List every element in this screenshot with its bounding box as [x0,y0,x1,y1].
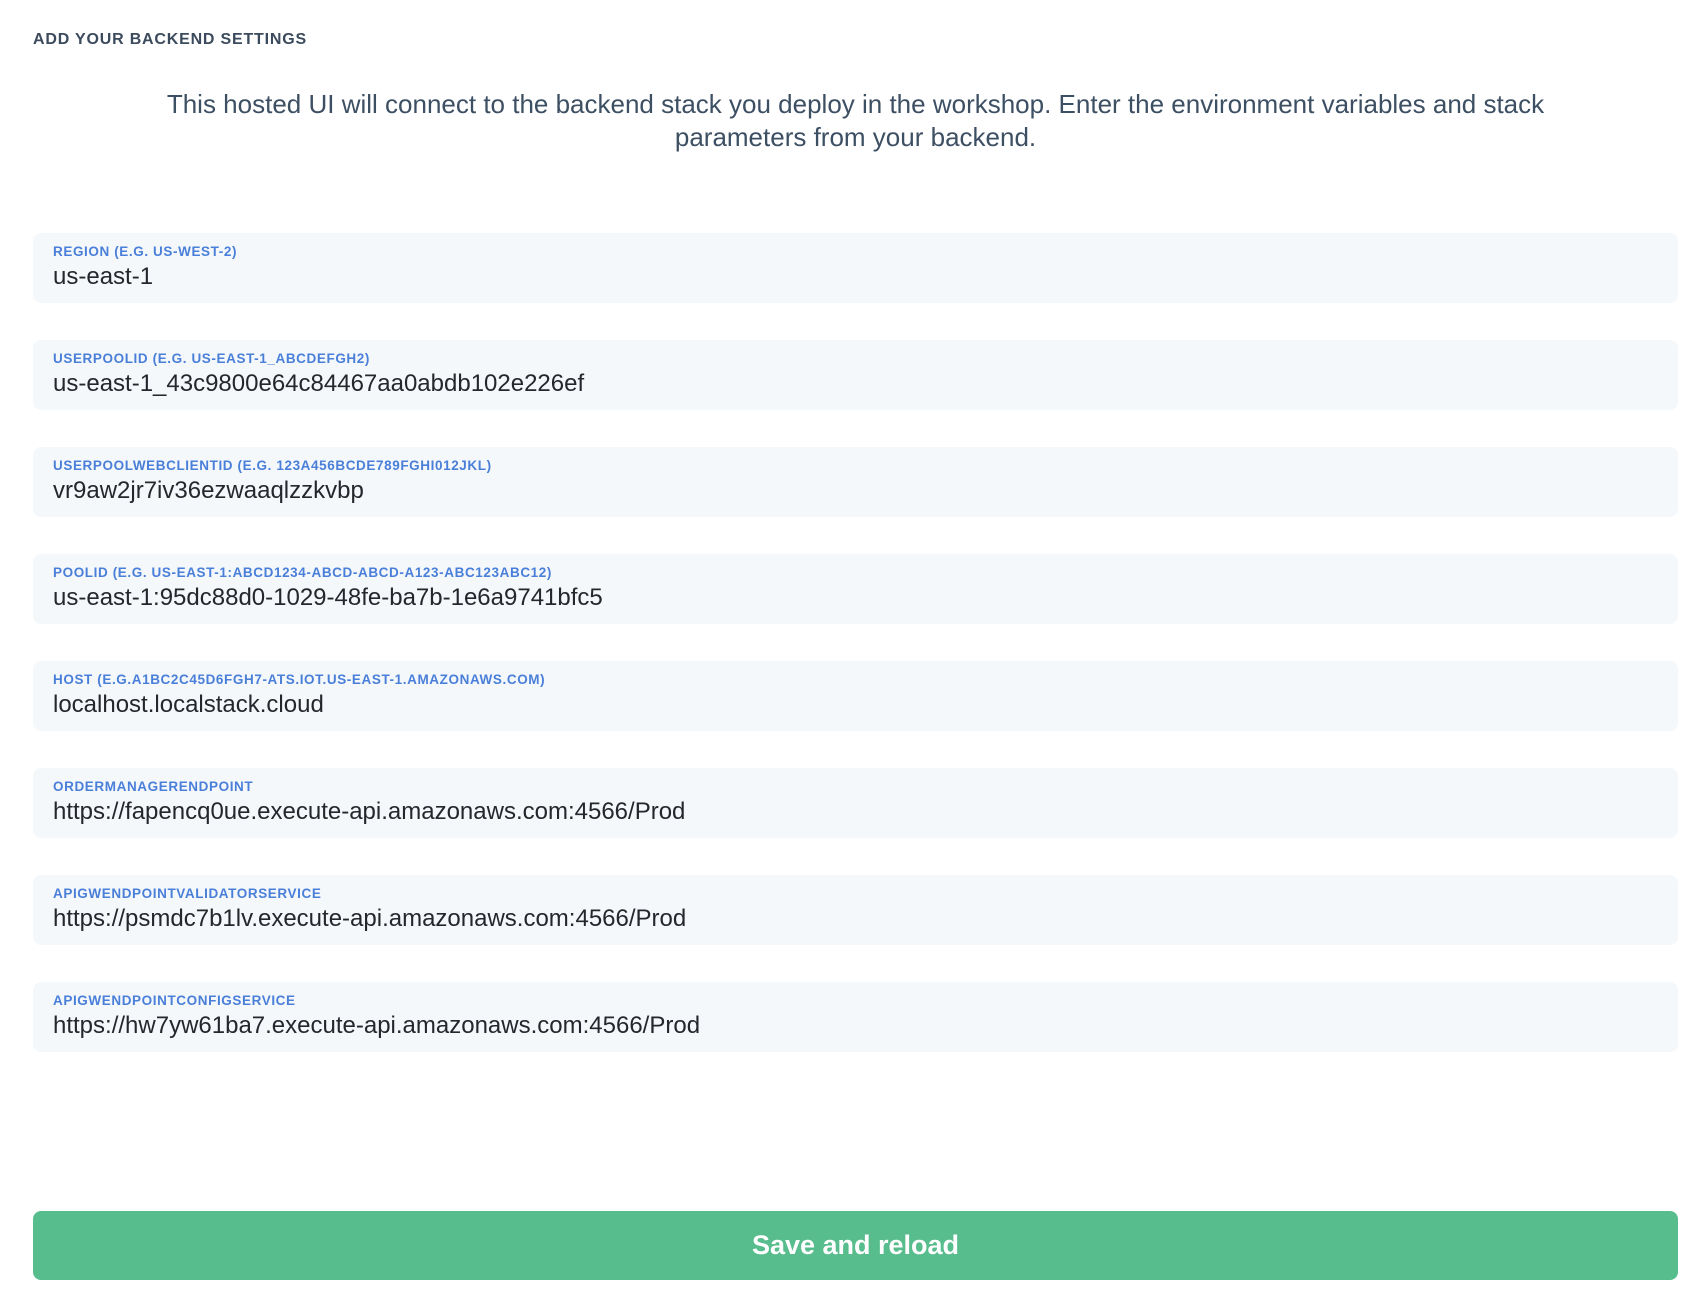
field-userpoolid-label: USERPOOLID (E.G. US-EAST-1_ABCDEFGH2) [53,350,1658,367]
field-ordermanagerendpoint[interactable]: ORDERMANAGERENDPOINT https://fapencq0ue.… [33,768,1678,838]
field-ordermanagerendpoint-label: ORDERMANAGERENDPOINT [53,778,1658,795]
field-poolid[interactable]: POOLID (E.G. US-EAST-1:ABCD1234-ABCD-ABC… [33,554,1678,624]
field-ordermanagerendpoint-value[interactable]: https://fapencq0ue.execute-api.amazonaws… [53,795,1658,828]
field-apigwendpointvalidatorservice[interactable]: APIGWENDPOINTVALIDATORSERVICE https://ps… [33,875,1678,945]
field-host-label: HOST (E.G.A1BC2C45D6FGH7-ATS.IOT.US-EAST… [53,671,1658,688]
field-host[interactable]: HOST (E.G.A1BC2C45D6FGH7-ATS.IOT.US-EAST… [33,661,1678,731]
save-and-reload-button[interactable]: Save and reload [33,1211,1678,1280]
field-region-label: REGION (E.G. US-WEST-2) [53,243,1658,260]
field-apigwendpointconfigservice-label: APIGWENDPOINTCONFIGSERVICE [53,992,1658,1009]
field-userpoolwebclientid-value[interactable]: vr9aw2jr7iv36ezwaaqlzzkvbp [53,474,1658,507]
backend-settings-page: ADD YOUR BACKEND SETTINGS This hosted UI… [0,0,1698,1304]
field-apigwendpointvalidatorservice-value[interactable]: https://psmdc7b1lv.execute-api.amazonaws… [53,902,1658,935]
field-region-value[interactable]: us-east-1 [53,260,1658,293]
settings-form: REGION (E.G. US-WEST-2) us-east-1 USERPO… [33,233,1678,1052]
page-title: ADD YOUR BACKEND SETTINGS [33,30,1678,50]
field-apigwendpointconfigservice[interactable]: APIGWENDPOINTCONFIGSERVICE https://hw7yw… [33,982,1678,1052]
field-apigwendpointconfigservice-value[interactable]: https://hw7yw61ba7.execute-api.amazonaws… [53,1009,1658,1042]
page-description: This hosted UI will connect to the backe… [106,88,1606,154]
field-userpoolid[interactable]: USERPOOLID (E.G. US-EAST-1_ABCDEFGH2) us… [33,340,1678,410]
field-poolid-label: POOLID (E.G. US-EAST-1:ABCD1234-ABCD-ABC… [53,564,1658,581]
field-apigwendpointvalidatorservice-label: APIGWENDPOINTVALIDATORSERVICE [53,885,1658,902]
field-region[interactable]: REGION (E.G. US-WEST-2) us-east-1 [33,233,1678,303]
field-userpoolwebclientid-label: USERPOOLWEBCLIENTID (E.G. 123A456BCDE789… [53,457,1658,474]
field-userpoolwebclientid[interactable]: USERPOOLWEBCLIENTID (E.G. 123A456BCDE789… [33,447,1678,517]
field-host-value[interactable]: localhost.localstack.cloud [53,688,1658,721]
field-userpoolid-value[interactable]: us-east-1_43c9800e64c84467aa0abdb102e226… [53,367,1658,400]
field-poolid-value[interactable]: us-east-1:95dc88d0-1029-48fe-ba7b-1e6a97… [53,581,1658,614]
